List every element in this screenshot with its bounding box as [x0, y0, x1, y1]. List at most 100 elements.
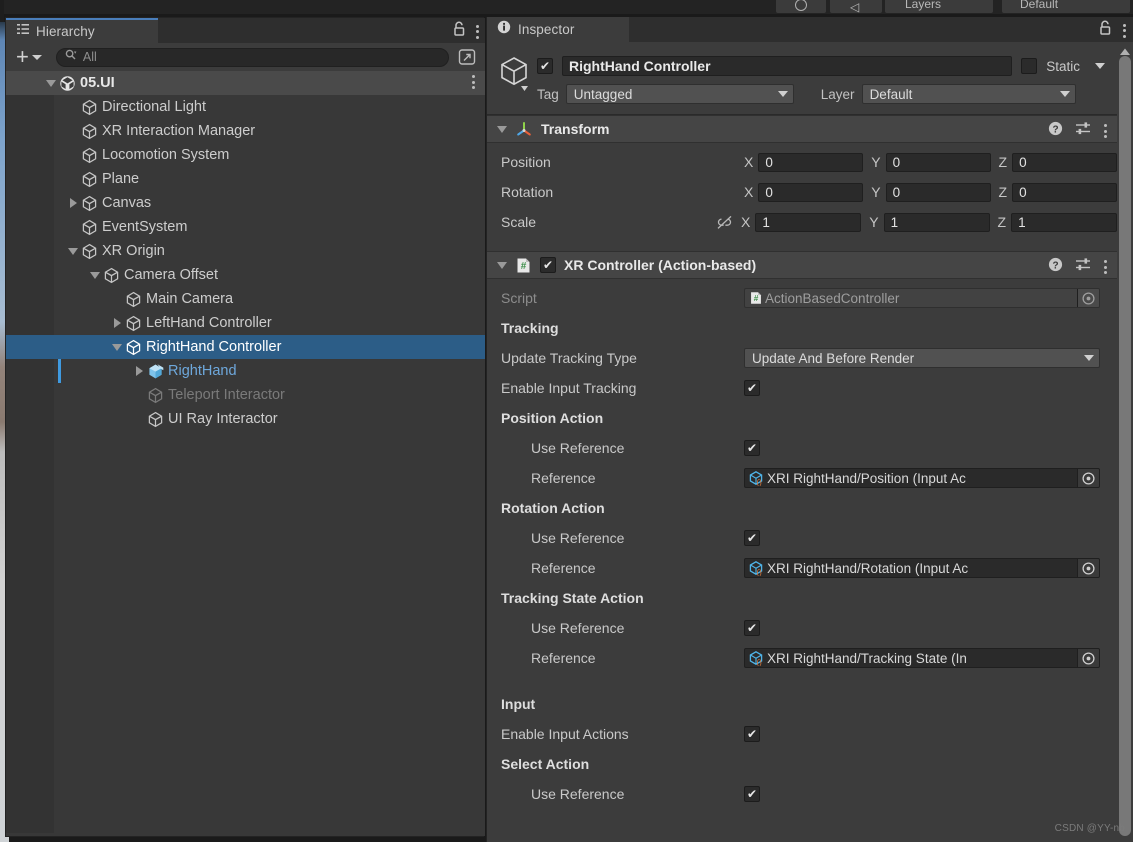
hierarchy-row-lefthand-controller[interactable]: LeftHand Controller	[6, 311, 485, 335]
hierarchy-row-xr-origin[interactable]: XR Origin	[6, 239, 485, 263]
field-label: Update Tracking Type	[501, 350, 637, 366]
twisty-toggle[interactable]	[110, 318, 124, 328]
field-scale-y[interactable]: 1	[883, 212, 990, 232]
twisty-toggle[interactable]	[88, 271, 102, 279]
section-header-input: Input	[487, 689, 1117, 719]
tag-dropdown[interactable]: Untagged	[565, 84, 794, 104]
dropdown-update-tracking-type[interactable]: Update And Before Render	[744, 348, 1100, 368]
field-reference: Reference () XRI RightHand/Tracking State …	[487, 643, 1117, 673]
search-icon[interactable]	[65, 48, 77, 66]
hierarchy-menu-icon[interactable]	[476, 24, 479, 39]
constrain-proportions-off-icon[interactable]	[716, 215, 733, 230]
field-position-y[interactable]: 0	[885, 152, 991, 172]
field-scale-z[interactable]: 1	[1011, 212, 1118, 232]
value: 0	[892, 154, 901, 170]
hierarchy-row-xr-interaction-manager[interactable]: XR Interaction Manager	[6, 119, 485, 143]
tab-hierarchy[interactable]: Hierarchy	[6, 18, 158, 43]
component-menu-icon[interactable]	[1104, 124, 1107, 138]
input-action-icon: ()	[745, 560, 765, 576]
object-picker-icon[interactable]	[1077, 469, 1099, 487]
component-header-xr-controller-action-based-[interactable]: # XR Controller (Action-based)?	[487, 251, 1117, 279]
twisty-toggle[interactable]	[132, 366, 146, 376]
prefab-icon	[146, 363, 164, 380]
field-label: Reference	[531, 470, 596, 486]
objectfield-script[interactable]: # ActionBasedController	[744, 288, 1100, 308]
static-dropdown-arrow-icon[interactable]	[1095, 63, 1105, 69]
hierarchy-row-main-camera[interactable]: Main Camera	[6, 287, 485, 311]
component-header-transform[interactable]: Transform?	[487, 115, 1117, 143]
hierarchy-row-label: 05.UI	[80, 75, 115, 91]
inspector-scrollbar-thumb[interactable]	[1119, 56, 1131, 836]
object-picker-icon[interactable]	[1077, 289, 1099, 307]
static-label: Static	[1046, 58, 1080, 74]
lock-icon[interactable]	[452, 21, 466, 42]
chevron-down-icon	[90, 271, 100, 279]
value: 1	[1018, 214, 1026, 230]
section-header-select-action: Select Action	[487, 749, 1117, 779]
hierarchy-row-selected[interactable]: RightHand Controller	[6, 335, 485, 359]
component-menu-icon[interactable]	[1104, 260, 1107, 274]
field-position-x[interactable]: 0	[758, 152, 864, 172]
checkbox-use-reference[interactable]	[744, 786, 760, 802]
twisty-toggle[interactable]	[44, 79, 58, 87]
help-icon[interactable]: ?	[1048, 121, 1063, 141]
value: 0	[765, 154, 773, 170]
gameobject-icon[interactable]	[499, 55, 533, 98]
twisty-toggle[interactable]	[110, 343, 124, 351]
hierarchy-row-teleport-interactor[interactable]: Teleport Interactor	[6, 383, 485, 407]
checkbox-use-reference[interactable]	[744, 530, 760, 546]
hierarchy-row-eventsystem[interactable]: EventSystem	[6, 215, 485, 239]
checkbox-enable-input-actions[interactable]	[744, 726, 760, 742]
help-icon[interactable]: ?	[1048, 257, 1063, 277]
inspector-menu-icon[interactable]	[1123, 23, 1126, 38]
hierarchy-search-field[interactable]: All	[55, 47, 449, 67]
gameobject-enabled-checkbox[interactable]	[537, 58, 553, 74]
hierarchy-row-plane[interactable]: Plane	[6, 167, 485, 191]
objectfield-reference[interactable]: () XRI RightHand/Tracking State (In	[744, 648, 1100, 668]
component-body: Script # ActionBasedController Tracking Upda…	[487, 279, 1117, 815]
hierarchy-row-05-ui[interactable]: 05.UI	[6, 71, 485, 95]
objectfield-value: ActionBasedController	[765, 290, 900, 306]
lock-icon[interactable]	[1098, 20, 1112, 41]
inspector-scrollbar[interactable]	[1117, 42, 1133, 842]
tab-inspector[interactable]: Inspector	[487, 17, 629, 42]
hierarchy-row-locomotion-system[interactable]: Locomotion System	[6, 143, 485, 167]
hierarchy-tree[interactable]: 05.UI Directional Light XR Interaction Man…	[6, 71, 485, 836]
gameobject-name-field[interactable]: RightHand Controller	[562, 56, 1013, 76]
twisty-toggle[interactable]	[66, 247, 80, 255]
layer-dropdown[interactable]: Default	[861, 84, 1076, 104]
popout-icon[interactable]	[455, 47, 479, 67]
object-picker-icon[interactable]	[1077, 649, 1099, 667]
field-position-z[interactable]: 0	[1012, 152, 1118, 172]
checkbox-enable-input-tracking[interactable]	[744, 380, 760, 396]
hierarchy-row-directional-light[interactable]: Directional Light	[6, 95, 485, 119]
hierarchy-row-righthand[interactable]: RightHand	[6, 359, 485, 383]
hierarchy-row-canvas[interactable]: Canvas	[6, 191, 485, 215]
checkbox-use-reference[interactable]	[744, 440, 760, 456]
preset-icon[interactable]	[1075, 121, 1092, 141]
field-reference: Reference () XRI RightHand/Rotation (Input…	[487, 553, 1117, 583]
twisty-toggle[interactable]	[66, 198, 80, 208]
chevron-down-icon[interactable]	[497, 261, 507, 269]
static-checkbox[interactable]	[1021, 58, 1038, 74]
scene-menu-icon[interactable]	[472, 75, 475, 89]
watermark: CSDN @YY-nb	[1054, 823, 1125, 834]
gameobject-icon	[146, 411, 164, 428]
field-rotation-y[interactable]: 0	[885, 182, 991, 202]
field-rotation-x[interactable]: 0	[758, 182, 864, 202]
chevron-down-icon	[112, 343, 122, 351]
field-scale-x[interactable]: 1	[755, 212, 862, 232]
hierarchy-row-camera-offset[interactable]: Camera Offset	[6, 263, 485, 287]
component-enabled-checkbox[interactable]	[540, 257, 556, 273]
chevron-down-icon[interactable]	[497, 125, 507, 133]
field-rotation-z[interactable]: 0	[1012, 182, 1118, 202]
objectfield-reference[interactable]: () XRI RightHand/Rotation (Input Ac	[744, 558, 1100, 578]
objectfield-reference[interactable]: () XRI RightHand/Position (Input Ac	[744, 468, 1100, 488]
chevron-right-icon	[69, 198, 77, 208]
object-picker-icon[interactable]	[1077, 559, 1099, 577]
checkbox-use-reference[interactable]	[744, 620, 760, 636]
hierarchy-row-label: XR Interaction Manager	[102, 123, 256, 139]
create-gameobject-button[interactable]: +	[12, 46, 50, 68]
hierarchy-row-ui-ray-interactor[interactable]: UI Ray Interactor	[6, 407, 485, 431]
preset-icon[interactable]	[1075, 257, 1092, 277]
